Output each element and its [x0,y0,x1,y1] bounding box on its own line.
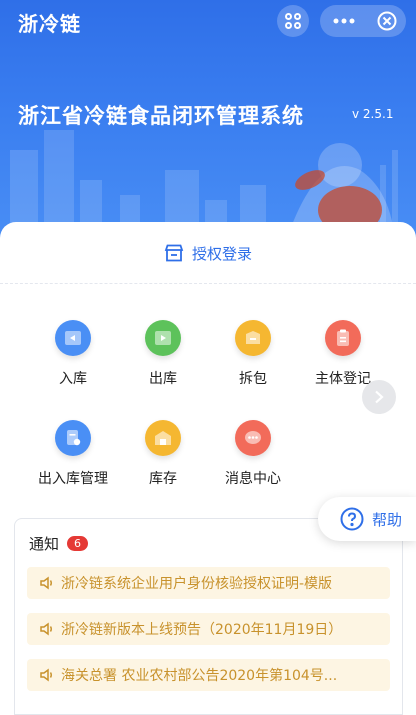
grid-item-inbound[interactable]: 入库 [28,320,118,388]
speaker-icon [40,622,52,636]
grid-label: 入库 [59,371,87,387]
grid-item-entity-register[interactable]: 主体登记 [298,320,388,388]
outbound-icon [145,320,181,356]
notice-item-text: 浙冷链新版本上线预告（2020年11月19日） [61,622,343,638]
grid-label: 出库 [149,371,177,387]
notice-header: 通知 6 [29,533,89,554]
close-circle-icon [377,11,397,31]
notice-item[interactable]: 浙冷链新版本上线预告（2020年11月19日） [27,613,390,645]
speaker-icon [40,576,52,590]
unpack-icon [235,320,271,356]
grid-item-unpack[interactable]: 拆包 [208,320,298,388]
scan-icon [285,13,301,29]
auth-login-button[interactable]: 授权登录 [0,222,416,284]
app-title: 浙冷链 [18,12,81,36]
notice-panel: 通知 6 浙冷链系统企业用户身份核验授权证明-模版 浙冷链新版本上线预告（202… [14,518,403,715]
hero-banner: 浙冷链 浙江省冷链食品闭环管理系统 v 2.5.1 [0,0,416,250]
help-label: 帮助 [372,510,403,529]
divider [0,283,416,284]
notice-count-badge: 6 [67,536,89,551]
speaker-icon [40,668,52,682]
grid-item-inout-manage[interactable]: 出入库管理 [28,420,118,488]
version-label: v 2.5.1 [352,107,394,121]
grid-label: 拆包 [239,371,267,387]
next-page-button[interactable] [362,380,396,414]
help-question-icon [340,507,364,531]
miniprogram-capsule [320,5,406,37]
notice-item[interactable]: 海关总署 农业农村部公告2020年第104号... [27,659,390,691]
notice-title: 通知 [29,535,60,553]
scan-button[interactable] [277,5,309,37]
inbound-icon [55,320,91,356]
message-icon [235,420,271,456]
grid-item-outbound[interactable]: 出库 [118,320,208,388]
notice-item-text: 海关总署 农业农村部公告2020年第104号... [61,668,338,684]
more-button[interactable] [320,5,368,37]
system-title: 浙江省冷链食品闭环管理系统 [18,104,304,128]
grid-label: 库存 [149,471,177,487]
grid-label: 出入库管理 [38,471,108,487]
grid-label: 消息中心 [225,471,281,487]
inventory-icon [145,420,181,456]
more-dots-icon [333,18,355,24]
help-button[interactable]: 帮助 [318,497,416,541]
shop-icon [164,244,184,262]
auth-login-label: 授权登录 [191,244,252,263]
inout-manage-icon [55,420,91,456]
entity-register-icon [325,320,361,356]
close-button[interactable] [368,5,406,37]
notice-item[interactable]: 浙冷链系统企业用户身份核验授权证明-模版 [27,567,390,599]
chevron-right-icon [375,390,384,404]
grid-item-inventory[interactable]: 库存 [118,420,208,488]
notice-item-text: 浙冷链系统企业用户身份核验授权证明-模版 [61,576,333,592]
grid-item-message-center[interactable]: 消息中心 [208,420,298,488]
